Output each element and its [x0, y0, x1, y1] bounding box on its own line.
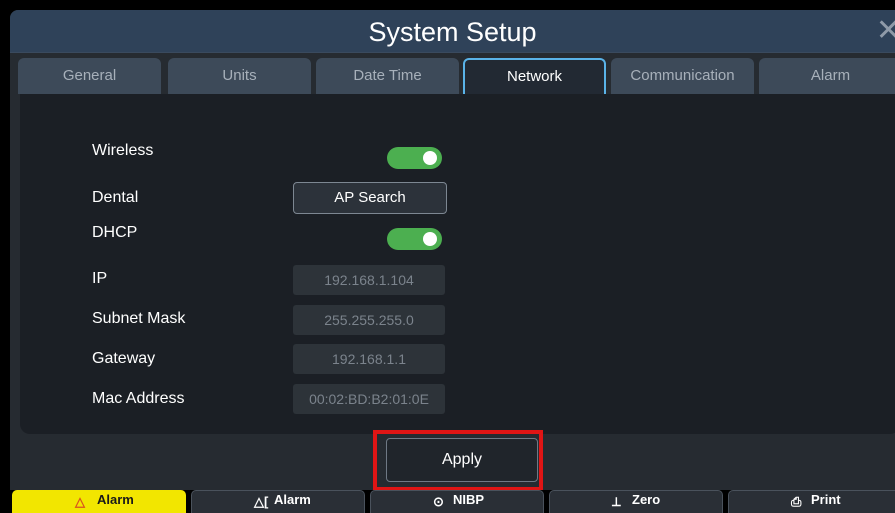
wireless-label: Wireless [92, 142, 154, 159]
tab-communication[interactable]: Communication [611, 58, 754, 94]
dialog-title: System Setup [10, 10, 895, 53]
print-button[interactable]: ⎙ Print [728, 490, 895, 513]
print-label: Print [811, 492, 841, 507]
alarm-button-label: Alarm [97, 492, 134, 507]
tab-date-time[interactable]: Date Time [316, 58, 459, 94]
printer-icon: ⎙ [791, 494, 802, 509]
ap-search-button[interactable]: AP Search [293, 182, 447, 214]
dental-label: Dental [92, 189, 139, 206]
zero-button[interactable]: ⟂ Zero [549, 490, 723, 513]
wireless-toggle[interactable] [387, 147, 442, 169]
gateway-label: Gateway [92, 350, 156, 367]
system-setup-dialog: System Setup ✕ General Units Date Time N… [10, 10, 895, 490]
tab-network[interactable]: Network [463, 58, 606, 96]
close-icon[interactable]: ✕ [876, 16, 895, 46]
alarm-button[interactable]: △ Alarm [12, 490, 186, 513]
apply-button[interactable]: Apply [386, 438, 538, 482]
alarm-mute-label: Alarm [274, 492, 311, 507]
alarm-mute-button[interactable]: △[ Alarm [191, 490, 365, 513]
dhcp-toggle[interactable] [387, 228, 442, 250]
toggle-knob [423, 151, 437, 165]
bottom-toolbar: △ Alarm △[ Alarm ⊙ NIBP ⟂ Zero ⎙ Print [0, 490, 895, 513]
nibp-button[interactable]: ⊙ NIBP [370, 490, 544, 513]
gateway-field[interactable]: 192.168.1.1 [293, 344, 445, 374]
network-settings-panel: Wireless Dental AP Search DHCP IP 192.16… [20, 94, 895, 434]
tab-alarm[interactable]: Alarm [759, 58, 895, 94]
toggle-knob [423, 232, 437, 246]
ip-label: IP [92, 270, 108, 287]
zero-label: Zero [632, 492, 661, 507]
mac-address-field: 00:02:BD:B2:01:0E [293, 384, 445, 414]
alarm-triangle-icon: △ [75, 494, 85, 509]
ip-field[interactable]: 192.168.1.104 [293, 265, 445, 295]
nibp-label: NIBP [453, 492, 485, 507]
mac-address-label: Mac Address [92, 390, 185, 407]
subnet-mask-field[interactable]: 255.255.255.0 [293, 305, 445, 335]
clock-icon: ⊙ [433, 494, 444, 509]
tab-units[interactable]: Units [168, 58, 311, 94]
dhcp-label: DHCP [92, 224, 138, 241]
zero-icon: ⟂ [612, 494, 621, 509]
alarm-mute-icon: △[ [254, 494, 269, 509]
subnet-mask-label: Subnet Mask [92, 310, 186, 327]
tab-general[interactable]: General [18, 58, 161, 94]
